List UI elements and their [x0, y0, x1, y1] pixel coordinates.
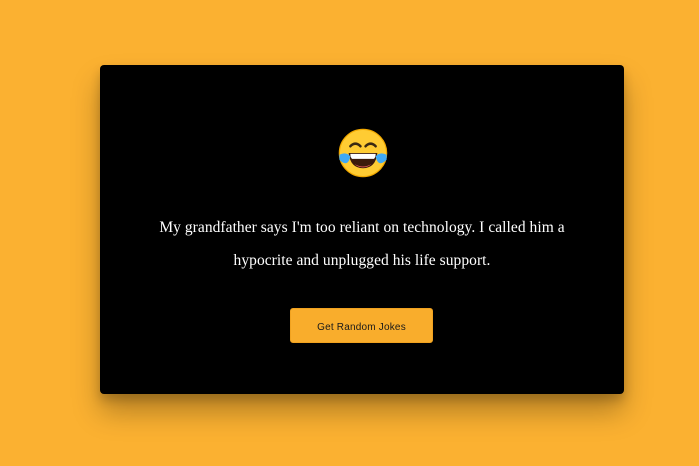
get-random-jokes-button[interactable]: Get Random Jokes	[290, 308, 433, 343]
face-with-tears-of-joy-icon	[338, 128, 388, 178]
joke-text: My grandfather says I'm too reliant on t…	[159, 219, 565, 269]
page-background: My grandfather says I'm too reliant on t…	[0, 0, 699, 466]
joke-card: My grandfather says I'm too reliant on t…	[100, 65, 624, 394]
